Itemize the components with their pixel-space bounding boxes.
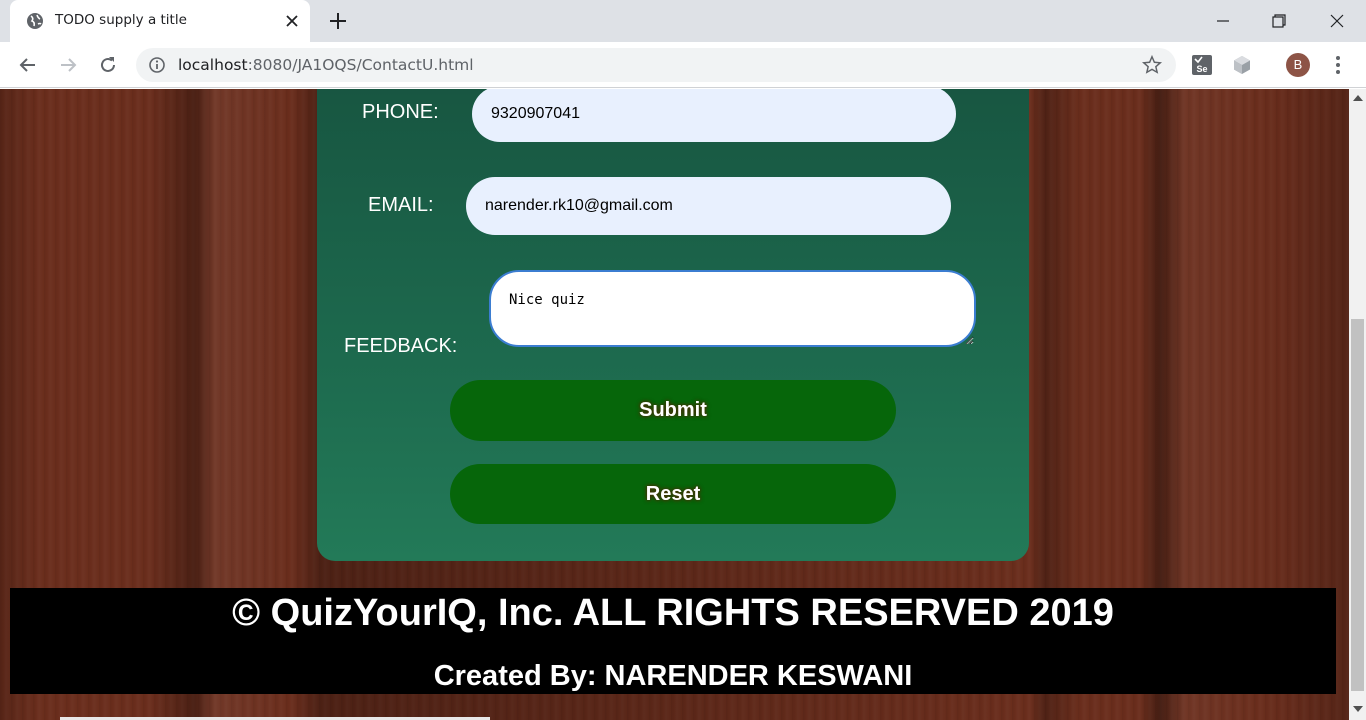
- window-close-icon[interactable]: [1324, 8, 1350, 34]
- vertical-scrollbar[interactable]: [1349, 89, 1366, 720]
- back-icon[interactable]: [16, 53, 40, 77]
- address-bar[interactable]: localhost:8080/JA1OQS/ContactU.html: [136, 48, 1176, 82]
- cube-ext-icon[interactable]: [1230, 53, 1254, 77]
- tab-strip: TODO supply a title: [0, 0, 1366, 42]
- scroll-down-arrow-icon[interactable]: [1353, 706, 1363, 712]
- scroll-thumb[interactable]: [1351, 319, 1364, 691]
- svg-text:Se: Se: [1196, 64, 1207, 74]
- feedback-label: FEEDBACK:: [344, 335, 458, 357]
- profile-avatar[interactable]: B: [1286, 53, 1310, 77]
- browser-toolbar: localhost:8080/JA1OQS/ContactU.html Se B: [0, 42, 1366, 88]
- minimize-icon[interactable]: [1210, 8, 1236, 34]
- scroll-up-arrow-icon[interactable]: [1353, 95, 1363, 101]
- footer-credit: Created By: NARENDER KESWANI: [433, 660, 913, 692]
- selenium-ext-icon[interactable]: Se: [1190, 53, 1214, 77]
- resize-grip-icon[interactable]: [964, 336, 973, 345]
- browser-tab[interactable]: TODO supply a title: [10, 0, 310, 42]
- plus-icon[interactable]: [326, 9, 350, 33]
- reload-icon[interactable]: [96, 53, 120, 77]
- page-viewport: PHONE: EMAIL: FEEDBACK: Nice quiz Submit…: [0, 89, 1349, 720]
- footer-copyright: © QuizYourIQ, Inc. ALL RIGHTS RESERVED 2…: [232, 592, 1114, 634]
- feedback-textarea[interactable]: Nice quiz: [489, 270, 976, 347]
- tab-title: TODO supply a title: [55, 12, 187, 28]
- forward-icon[interactable]: [56, 53, 80, 77]
- url-text: localhost:8080/JA1OQS/ContactU.html: [178, 56, 474, 74]
- kebab-menu-icon[interactable]: [1328, 53, 1348, 77]
- star-icon[interactable]: [1141, 54, 1163, 76]
- footer: © QuizYourIQ, Inc. ALL RIGHTS RESERVED 2…: [10, 588, 1336, 694]
- email-label: EMAIL:: [368, 194, 434, 216]
- phone-input[interactable]: [472, 89, 956, 142]
- phone-label: PHONE:: [362, 101, 439, 123]
- submit-button[interactable]: Submit: [450, 380, 896, 441]
- globe-icon: [27, 13, 43, 29]
- reset-button[interactable]: Reset: [450, 464, 896, 524]
- url-host: localhost: [178, 56, 248, 74]
- info-icon[interactable]: [148, 56, 166, 74]
- contact-form-card: PHONE: EMAIL: FEEDBACK: Nice quiz Submit…: [317, 89, 1029, 561]
- close-icon[interactable]: [282, 11, 302, 31]
- restore-icon[interactable]: [1266, 8, 1292, 34]
- email-input[interactable]: [466, 177, 951, 235]
- url-path: :8080/JA1OQS/ContactU.html: [247, 56, 474, 74]
